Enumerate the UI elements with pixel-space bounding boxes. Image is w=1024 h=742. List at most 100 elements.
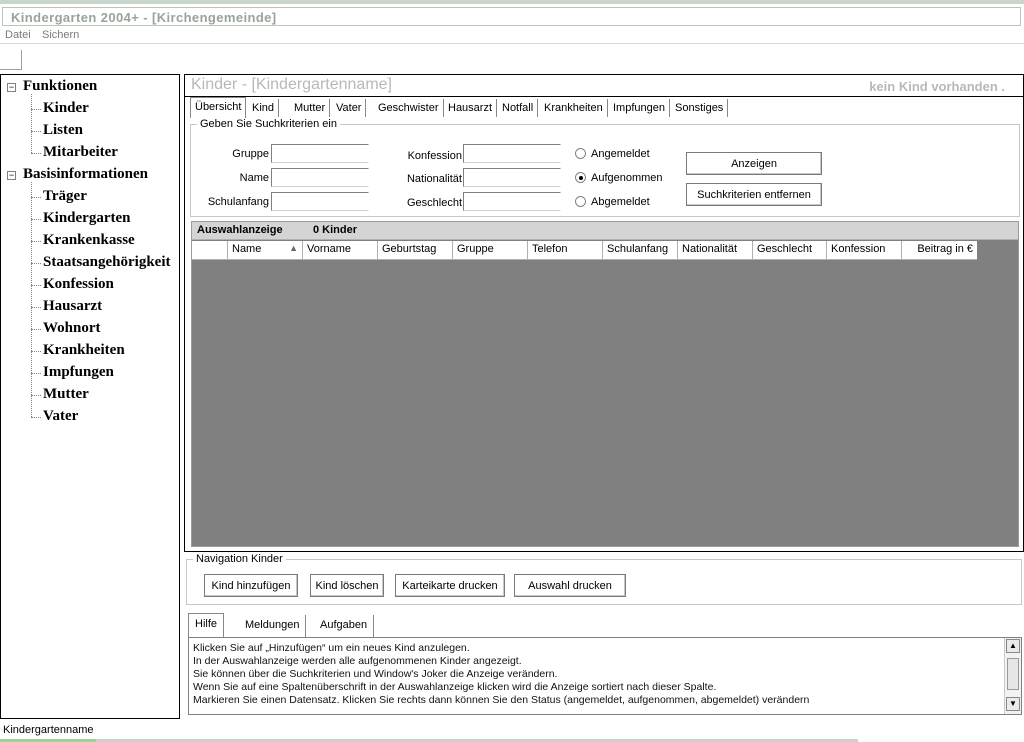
gruppe-input[interactable] <box>271 144 369 163</box>
label-konfession: Konfession <box>407 150 462 162</box>
tab-meldungen[interactable]: Meldungen <box>239 615 307 637</box>
tree-item-vater[interactable]: Vater <box>43 408 78 425</box>
column-header-nationalitaet[interactable]: Nationalität <box>678 241 753 259</box>
tab-sonstiges[interactable]: Sonstiges <box>671 99 729 117</box>
grid-record-count: 0 Kinder <box>313 224 358 236</box>
column-header-geburtstag[interactable]: Geburtstag <box>378 241 453 259</box>
tree-item-mitarbeiter[interactable]: Mitarbeiter <box>43 144 118 161</box>
konfession-input[interactable] <box>463 144 561 163</box>
tab-vater[interactable]: Vater <box>332 99 367 117</box>
radio-angemeldet[interactable] <box>575 148 586 159</box>
tab-krankheiten[interactable]: Krankheiten <box>540 99 608 117</box>
column-header-geschlecht[interactable]: Geschlecht <box>753 241 827 259</box>
radio-label-abgemeldet[interactable]: Abgemeldet <box>591 196 650 208</box>
scroll-up-icon[interactable]: ▲ <box>1006 639 1020 653</box>
tree-item-hausarzt[interactable]: Hausarzt <box>43 298 102 315</box>
help-line: Sie können über die Suchkriterien und Wi… <box>193 668 558 680</box>
auswahl-drucken-button[interactable]: Auswahl drucken <box>514 574 626 597</box>
help-line: In der Auswahlanzeige werden alle aufgen… <box>193 655 522 667</box>
tab-kind[interactable]: Kind <box>248 99 280 117</box>
tree-connector <box>31 197 41 198</box>
grid-caption: Auswahlanzeige 0 Kinder <box>192 222 1018 240</box>
tree-connector <box>31 329 41 330</box>
menu-bar: Datei Sichern <box>0 26 1024 44</box>
label-schulanfang: Schulanfang <box>207 196 269 208</box>
search-criteria-legend: Geben Sie Suchkriterien ein <box>200 118 337 130</box>
toolbar <box>0 46 1024 72</box>
collapse-icon[interactable]: − <box>7 83 16 92</box>
menu-sichern[interactable]: Sichern <box>42 29 79 41</box>
label-geschlecht: Geschlecht <box>406 197 462 209</box>
tab-hilfe[interactable]: Hilfe <box>188 613 225 637</box>
kind-hinzufuegen-button[interactable]: Kind hinzufügen <box>204 574 298 597</box>
tree-item-impfungen[interactable]: Impfungen <box>43 364 114 381</box>
help-text-box[interactable]: Klicken Sie auf „Hinzufügen“ um ein neue… <box>188 637 1022 715</box>
column-header-konfession[interactable]: Konfession <box>827 241 902 259</box>
radio-aufgenommen[interactable] <box>575 172 586 183</box>
karteikarte-drucken-button[interactable]: Karteikarte drucken <box>395 574 505 597</box>
scroll-thumb[interactable] <box>1007 658 1019 690</box>
column-header-telefon[interactable]: Telefon <box>528 241 603 259</box>
tree-connector <box>31 94 32 153</box>
column-header-gruppe[interactable]: Gruppe <box>453 241 528 259</box>
column-header-beitrag[interactable]: Beitrag in € <box>902 241 977 259</box>
tab-hausarzt[interactable]: Hausarzt <box>444 99 498 117</box>
tree-group-basisinformationen[interactable]: Basisinformationen <box>23 166 148 183</box>
column-header-schulanfang[interactable]: Schulanfang <box>603 241 678 259</box>
label-name: Name <box>239 172 269 184</box>
tree-item-kindergarten[interactable]: Kindergarten <box>43 210 131 227</box>
tab-mutter[interactable]: Mutter <box>290 99 331 117</box>
toolbar-button[interactable] <box>0 50 22 70</box>
panel-status: kein Kind vorhanden . <box>869 79 1005 94</box>
radio-label-angemeldet[interactable]: Angemeldet <box>591 148 650 160</box>
tab-geschwister[interactable]: Geschwister <box>374 99 444 117</box>
status-bar: Kindergartenname <box>0 721 1024 742</box>
radio-label-aufgenommen[interactable]: Aufgenommen <box>591 172 663 184</box>
sort-icon: ▲ <box>289 243 298 253</box>
tab-aufgaben[interactable]: Aufgaben <box>314 615 375 637</box>
navigation-kinder: Navigation Kinder Kind hinzufügen Kind l… <box>184 552 1024 608</box>
tree-connector <box>31 219 41 220</box>
help-scrollbar[interactable]: ▲ ▼ <box>1004 638 1021 714</box>
column-header-vorname[interactable]: Vorname <box>303 241 378 259</box>
tree-connector <box>31 395 41 396</box>
scroll-down-icon[interactable]: ▼ <box>1006 697 1020 711</box>
titlebar-frame: Kindergarten 2004+ - [Kirchengemeinde] <box>2 7 1021 26</box>
name-input[interactable] <box>271 168 369 187</box>
tree-item-mutter[interactable]: Mutter <box>43 386 89 403</box>
tree-item-listen[interactable]: Listen <box>43 122 83 139</box>
schulanfang-input[interactable] <box>271 192 369 211</box>
tree-item-krankenkasse[interactable]: Krankenkasse <box>43 232 135 249</box>
clear-criteria-button[interactable]: Suchkriterien entfernen <box>686 183 822 206</box>
anzeigen-button[interactable]: Anzeigen <box>686 152 822 175</box>
selection-grid[interactable]: Auswahlanzeige 0 Kinder Name ▲ Vorname Ge… <box>191 221 1019 547</box>
tree-item-kinder[interactable]: Kinder <box>43 100 89 117</box>
menu-datei[interactable]: Datei <box>5 29 31 41</box>
tree-item-krankheiten[interactable]: Krankheiten <box>43 342 125 359</box>
grid-row-selector-header <box>192 241 228 259</box>
tree-item-konfession[interactable]: Konfession <box>43 276 114 293</box>
tab-notfall[interactable]: Notfall <box>498 99 539 117</box>
kind-loeschen-button[interactable]: Kind löschen <box>310 574 384 597</box>
tree-item-staatsangehoerigkeit[interactable]: Staatsangehörigkeit <box>43 254 171 271</box>
tree-item-wohnort[interactable]: Wohnort <box>43 320 101 337</box>
radio-abgemeldet[interactable] <box>575 196 586 207</box>
tree-connector <box>31 351 41 352</box>
label-nationalitaet: Nationalität <box>406 173 462 185</box>
tree-group-funktionen[interactable]: Funktionen <box>23 78 97 95</box>
tree-item-traeger[interactable]: Träger <box>43 188 87 205</box>
label-gruppe: Gruppe <box>232 148 269 160</box>
geschlecht-input[interactable] <box>463 192 561 211</box>
tree-connector <box>31 263 41 264</box>
tab-impfungen[interactable]: Impfungen <box>609 99 670 117</box>
nationalitaet-input[interactable] <box>463 168 561 187</box>
collapse-icon[interactable]: − <box>7 171 16 180</box>
tree-connector <box>31 131 41 132</box>
help-line: Wenn Sie auf eine Spaltenüberschrift in … <box>193 681 717 693</box>
column-header-name[interactable]: Name ▲ <box>228 241 303 259</box>
window-titlebar: Kindergarten 2004+ - [Kirchengemeinde] <box>0 0 1024 26</box>
panel-title: Kinder - [Kindergartenname] <box>191 76 392 93</box>
tree-connector <box>31 307 41 308</box>
panel-header: Kinder - [Kindergartenname] kein Kind vo… <box>185 75 1023 97</box>
tab-uebersicht[interactable]: Übersicht <box>190 97 247 118</box>
